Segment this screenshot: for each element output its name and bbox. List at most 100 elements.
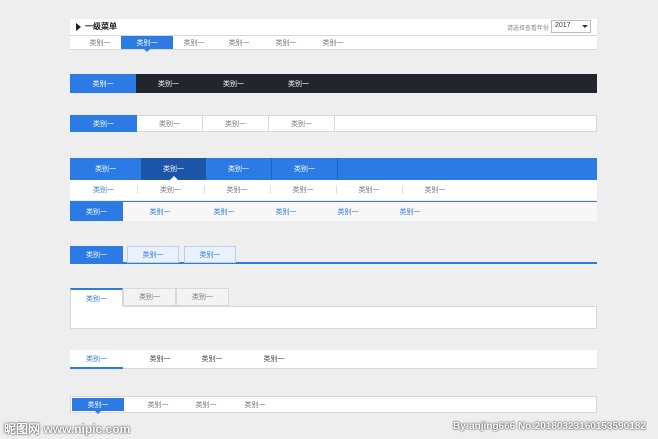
- tab-2-item[interactable]: 类别一: [136, 74, 201, 93]
- caret-down-icon: [582, 25, 588, 28]
- tab-8-active[interactable]: 类别一: [70, 350, 123, 369]
- tab-label: 类别一: [337, 208, 359, 216]
- tab-label: 类别一: [358, 187, 380, 194]
- tab-label: 类别一: [149, 356, 171, 363]
- tab-7-item[interactable]: 类别一: [176, 288, 229, 306]
- triangle-right-icon: [76, 23, 81, 31]
- tab-label: 类别一: [292, 187, 314, 194]
- subtab-4-item[interactable]: 类别一: [336, 180, 402, 200]
- tab-5-item[interactable]: 类别一: [193, 202, 255, 221]
- tab-label: 类别一: [226, 187, 248, 194]
- tab-label: 类别一: [158, 80, 179, 88]
- tab-9-item[interactable]: 类别一: [180, 397, 232, 412]
- tab-5-item[interactable]: 类别一: [317, 202, 379, 221]
- tab-4-item[interactable]: 类别一: [206, 158, 272, 180]
- tab-3-active[interactable]: 类别一: [70, 115, 137, 132]
- tab-1-item[interactable]: 类别一: [307, 36, 359, 49]
- tab-label: 类别一: [139, 294, 160, 301]
- tab-9-active[interactable]: 类别一: [72, 398, 124, 414]
- tab-label: 类别一: [93, 187, 114, 194]
- tab-label: 类别一: [199, 251, 221, 259]
- active-pointer-icon: [144, 49, 150, 52]
- subtab-4-item[interactable]: 类别一: [402, 180, 468, 200]
- tab-label: 类别一: [228, 166, 249, 173]
- tab-9-item[interactable]: 类别一: [132, 397, 184, 412]
- tab-label: 类别一: [223, 80, 244, 88]
- divider: [402, 186, 403, 194]
- watermark-credit: By:anjing666 No:20180323160153590182: [453, 421, 646, 432]
- tab-row-2: 类别一 类别一 类别一 类别一: [70, 74, 597, 93]
- year-select[interactable]: 2017: [551, 20, 591, 33]
- tab-1-item[interactable]: 类别一: [260, 36, 312, 49]
- tab-2-item[interactable]: 类别一: [201, 74, 266, 93]
- tab-3-item[interactable]: 类别一: [203, 116, 269, 131]
- tab-1-active[interactable]: 类别一: [121, 36, 173, 52]
- tab-row-1: 类别一 类别一 类别一 类别一 类别一 类别一: [70, 36, 597, 52]
- tab-label: 类别一: [163, 166, 184, 173]
- year-label: 请选择查看年份: [507, 26, 550, 32]
- tab-label: 类别一: [263, 356, 285, 363]
- tab-label: 类别一: [201, 356, 223, 363]
- tab-1-item[interactable]: 类别一: [213, 36, 265, 49]
- tab-5-item[interactable]: 类别一: [379, 202, 441, 221]
- tab-6-item[interactable]: 类别一: [184, 246, 236, 263]
- tab-7-active[interactable]: 类别一: [70, 288, 123, 307]
- subtab-4-item[interactable]: 类别一: [270, 180, 336, 200]
- tab-4-item[interactable]: 类别一: [272, 158, 338, 180]
- tab-6-active[interactable]: 类别一: [70, 246, 123, 263]
- tab-3-item[interactable]: 类别一: [137, 116, 203, 131]
- tab-row-4: 类别一 类别一 类别一 类别一: [70, 158, 597, 180]
- divider: [336, 186, 337, 194]
- tab-8-item[interactable]: 类别一: [186, 350, 238, 368]
- tab-row-7: 类别一 类别一 类别一: [70, 288, 597, 307]
- tab-label: 类别一: [93, 120, 114, 128]
- tab-6-item[interactable]: 类别一: [127, 246, 179, 263]
- tab-3-item[interactable]: 类别一: [269, 116, 335, 131]
- tab-4-active[interactable]: 类别一: [141, 158, 206, 180]
- tab-label: 类别一: [322, 39, 344, 47]
- tab-9-item[interactable]: 类别一: [229, 397, 281, 412]
- active-pointer-icon: [95, 411, 101, 414]
- tab-row-8: 类别一 类别一 类别一 类别一: [70, 350, 597, 369]
- tab-5-active[interactable]: 类别一: [70, 202, 123, 221]
- tab-8-item[interactable]: 类别一: [134, 350, 186, 368]
- divider: [137, 186, 138, 194]
- subtab-4-item[interactable]: 类别一: [70, 180, 137, 200]
- menu-header-panel: 一级菜单 请选择查看年份 2017 类别一 类别一 类别一 类别一 类别一 类别…: [70, 19, 597, 52]
- tab-5-item[interactable]: 类别一: [255, 202, 317, 221]
- tab-label: 类别一: [147, 401, 169, 409]
- tab-2-active[interactable]: 类别一: [70, 74, 136, 93]
- divider: [204, 186, 205, 194]
- watermark-brand: 昵图网 www.nipic.com: [4, 422, 131, 436]
- tab-label: 类别一: [86, 208, 107, 216]
- tab-label: 类别一: [86, 355, 107, 363]
- tab-4-item[interactable]: 类别一: [70, 158, 141, 180]
- tab-label: 类别一: [149, 208, 171, 216]
- tab-label: 类别一: [192, 294, 213, 301]
- tab-label: 类别一: [89, 39, 111, 47]
- divider: [270, 186, 271, 194]
- tab-label: 类别一: [275, 39, 297, 47]
- tab-label: 类别一: [95, 166, 116, 173]
- tab-label: 类别一: [195, 401, 217, 409]
- tab-label: 类别一: [159, 120, 180, 128]
- tab-label: 类别一: [399, 208, 421, 216]
- tab-content-panel: [70, 306, 597, 329]
- tab-label: 类别一: [86, 251, 107, 259]
- tab-5-item[interactable]: 类别一: [129, 202, 191, 221]
- page-title: 一级菜单: [85, 22, 117, 31]
- tab-2-item[interactable]: 类别一: [266, 74, 331, 93]
- tab-row-5: 类别一 类别一 类别一 类别一 类别一 类别一: [70, 201, 597, 221]
- tab-1-item[interactable]: 类别一: [74, 36, 126, 49]
- tab-label: 类别一: [136, 39, 158, 47]
- tab-label: 类别一: [228, 39, 250, 47]
- subtab-4-item[interactable]: 类别一: [137, 180, 204, 200]
- subtab-4-item[interactable]: 类别一: [204, 180, 270, 200]
- header-bar: 一级菜单 请选择查看年份 2017: [70, 19, 597, 36]
- tab-7-item[interactable]: 类别一: [123, 288, 176, 306]
- tab-row-6: 类别一 类别一 类别一: [70, 245, 597, 264]
- tab-label: 类别一: [225, 120, 246, 128]
- tab-label: 类别一: [87, 401, 109, 409]
- tab-8-item[interactable]: 类别一: [248, 350, 300, 368]
- tab-label: 类别一: [291, 120, 312, 128]
